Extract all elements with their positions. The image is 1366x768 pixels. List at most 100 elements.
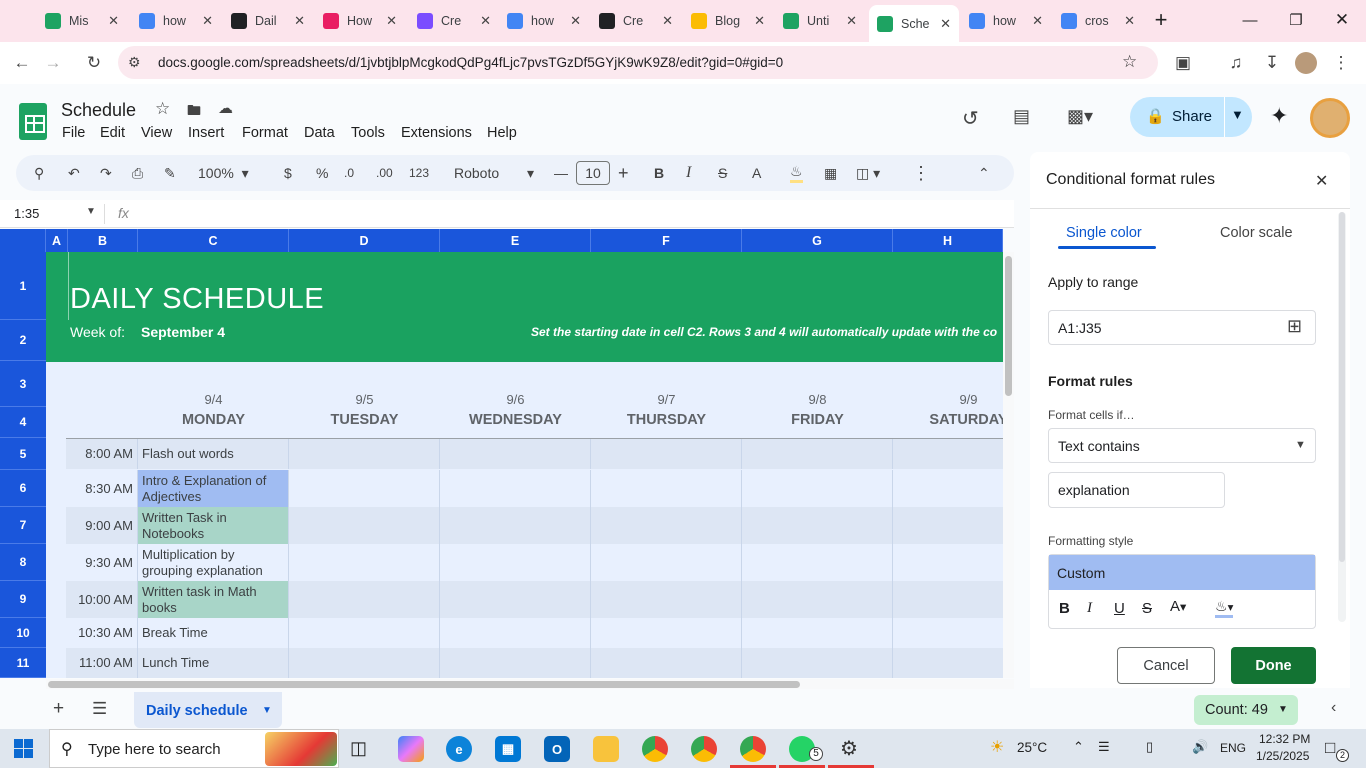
chrome-profile-icon[interactable] [691, 736, 717, 762]
count-summary[interactable]: Count: 49 ▼ [1194, 695, 1298, 725]
style-underline-icon[interactable]: U [1114, 600, 1125, 617]
column-header[interactable]: G [742, 229, 893, 252]
date-cell[interactable]: 9/5 [289, 392, 440, 407]
style-strikethrough-icon[interactable]: S [1142, 600, 1152, 617]
browser-tab[interactable]: Blog ✕ [683, 6, 773, 36]
browser-tab[interactable]: cros ✕ [1053, 6, 1143, 36]
empty-cell[interactable] [289, 544, 440, 581]
task-cell[interactable]: Break Time [138, 618, 289, 648]
clock-date[interactable]: 1/25/2025 [1256, 749, 1309, 763]
task-view-icon[interactable]: ◫ [350, 738, 367, 759]
time-cell[interactable]: 10:30 AM [66, 618, 138, 648]
row-header[interactable]: 10 [0, 618, 46, 648]
condition-value-input[interactable]: explanation [1048, 472, 1225, 508]
move-folder-icon[interactable]: 🖿 [187, 100, 201, 124]
row-header[interactable]: 11 [0, 648, 46, 678]
row-header[interactable]: 3 [0, 361, 46, 407]
style-italic-icon[interactable]: I [1087, 600, 1092, 617]
menu-help[interactable]: Help [487, 125, 517, 141]
task-cell[interactable]: Flash out words [138, 439, 289, 469]
all-sheets-icon[interactable]: ☰ [92, 699, 107, 719]
task-cell[interactable]: Lunch Time [138, 648, 289, 678]
time-cell[interactable]: 8:30 AM [66, 470, 138, 507]
close-tab-icon[interactable]: ✕ [386, 13, 397, 29]
paint-format-icon[interactable]: ✎ [164, 163, 176, 183]
row-header[interactable]: 1 [0, 252, 46, 320]
close-tab-icon[interactable]: ✕ [1032, 13, 1043, 29]
hide-menus-icon[interactable]: ⌃ [978, 163, 990, 183]
battery-icon[interactable]: ▯ [1146, 739, 1153, 755]
empty-cell[interactable] [742, 618, 893, 648]
settings-gear-icon[interactable]: ⚙ [840, 736, 858, 761]
outlook-icon[interactable]: O [544, 736, 570, 762]
empty-cell[interactable] [591, 648, 742, 678]
task-cell[interactable]: Written Task in Notebooks [138, 507, 289, 544]
font-size-input[interactable]: 10 [576, 161, 610, 185]
edge-icon[interactable]: e [446, 736, 472, 762]
style-preview[interactable]: Custom [1049, 555, 1315, 590]
side-panel-collapse-icon[interactable]: ‹ [1331, 699, 1336, 717]
browser-tab[interactable]: how ✕ [961, 6, 1051, 36]
browser-tab[interactable]: Unti ✕ [775, 6, 865, 36]
percent-button[interactable]: % [316, 163, 328, 183]
empty-cell[interactable] [591, 544, 742, 581]
day-cell[interactable]: TUESDAY [289, 412, 440, 428]
file-explorer-icon[interactable] [593, 736, 619, 762]
close-tab-icon[interactable]: ✕ [294, 13, 305, 29]
extensions-icon[interactable]: ▣ [1170, 50, 1196, 76]
column-header[interactable]: F [591, 229, 742, 252]
empty-cell[interactable] [893, 439, 1003, 469]
empty-cell[interactable] [289, 470, 440, 507]
store-icon[interactable]: ▦ [495, 736, 521, 762]
formula-input[interactable] [138, 202, 998, 226]
name-box-dropdown-icon[interactable]: ▼ [86, 206, 96, 217]
row-header[interactable]: 7 [0, 507, 46, 544]
text-color-button[interactable]: A [752, 163, 761, 183]
empty-cell[interactable] [742, 581, 893, 618]
empty-cell[interactable] [742, 439, 893, 469]
empty-cell[interactable] [440, 439, 591, 469]
day-cell[interactable]: SATURDAY [893, 412, 1003, 428]
close-tab-icon[interactable]: ✕ [754, 13, 765, 29]
vertical-scrollbar[interactable] [1003, 252, 1014, 678]
date-cell[interactable]: 9/8 [742, 392, 893, 407]
minimize-button[interactable]: — [1238, 8, 1262, 32]
browser-menu-icon[interactable]: ⋮ [1328, 50, 1354, 76]
style-text-color-icon[interactable]: A▾ [1170, 598, 1186, 615]
done-button[interactable]: Done [1231, 647, 1316, 684]
select-range-icon[interactable]: ⊞ [1287, 316, 1302, 337]
reload-icon[interactable]: ↻ [81, 50, 107, 76]
search-menus-icon[interactable]: ⚲ [34, 163, 44, 183]
row-header[interactable]: 6 [0, 470, 46, 507]
menu-extensions[interactable]: Extensions [401, 125, 472, 141]
row-header[interactable]: 9 [0, 581, 46, 618]
browser-tab[interactable]: how ✕ [499, 6, 589, 36]
sheet-tab-daily-schedule[interactable]: Daily schedule ▼ [134, 692, 282, 728]
date-cell[interactable]: 9/9 [893, 392, 1003, 407]
spreadsheet-grid[interactable]: DAILY SCHEDULE Week of: September 4 Set … [46, 252, 1003, 678]
address-bar[interactable]: ⚙ docs.google.com/spreadsheets/d/1jvbtjb… [118, 46, 1158, 79]
horizontal-scrollbar[interactable] [46, 679, 1014, 689]
row-header[interactable]: 2 [0, 320, 46, 361]
share-button[interactable]: 🔒 Share ▼ [1130, 97, 1252, 137]
strikethrough-icon[interactable]: S [718, 163, 727, 183]
empty-cell[interactable] [893, 507, 1003, 544]
empty-cell[interactable] [440, 648, 591, 678]
version-history-icon[interactable]: ↺ [962, 106, 979, 131]
weather-text[interactable]: 25°C [1017, 740, 1047, 755]
close-tab-icon[interactable]: ✕ [1124, 13, 1135, 29]
borders-icon[interactable]: ▦ [824, 163, 837, 183]
select-all-corner[interactable] [0, 229, 46, 252]
empty-cell[interactable] [893, 470, 1003, 507]
font-size-decrease-icon[interactable]: — [554, 163, 568, 183]
menu-tools[interactable]: Tools [351, 125, 385, 141]
empty-cell[interactable] [742, 648, 893, 678]
menu-format[interactable]: Format [242, 125, 288, 141]
column-header[interactable]: E [440, 229, 591, 252]
windows-start-icon[interactable] [14, 739, 34, 759]
decrease-decimal-button[interactable]: .0 [344, 163, 354, 183]
italic-button[interactable]: I [686, 163, 691, 183]
empty-cell[interactable] [440, 618, 591, 648]
empty-cell[interactable] [893, 581, 1003, 618]
media-control-icon[interactable]: ♫ [1223, 50, 1249, 76]
